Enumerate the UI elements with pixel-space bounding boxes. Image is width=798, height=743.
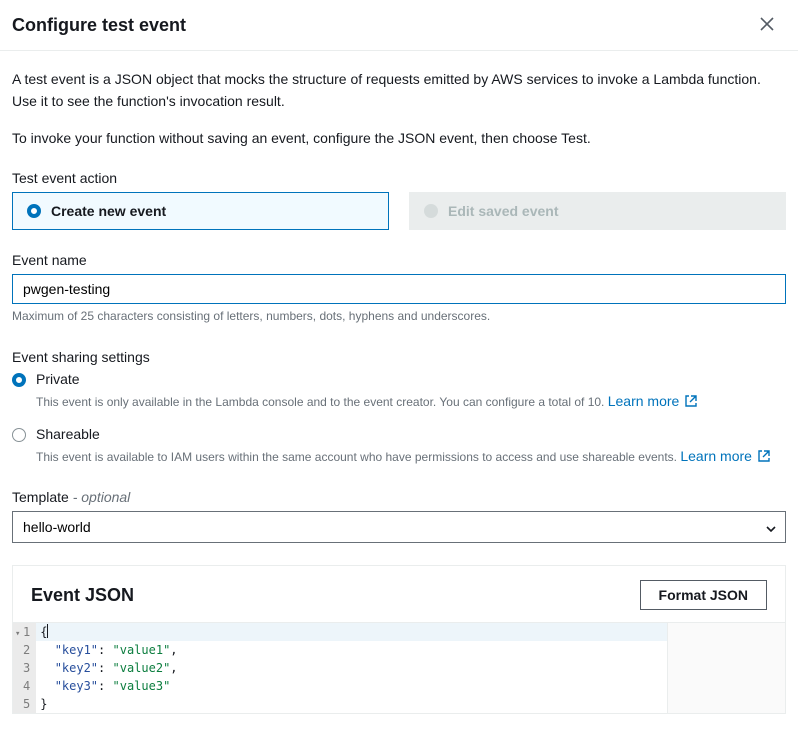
radio-unselected-icon	[12, 428, 26, 442]
event-name-input[interactable]	[12, 274, 786, 304]
template-optional-tag: - optional	[73, 489, 131, 505]
radio-selected-icon	[12, 373, 26, 387]
external-link-icon	[758, 447, 770, 459]
event-name-label: Event name	[12, 252, 786, 268]
sharing-private-option[interactable]: Private	[12, 371, 786, 387]
radio-disabled-icon	[424, 204, 438, 218]
dialog-title: Configure test event	[12, 15, 186, 36]
sharing-shareable-desc: This event is available to IAM users wit…	[36, 446, 786, 467]
event-json-panel: Event JSON Format JSON 1▾ 2 3 4 5 { "key…	[12, 565, 786, 714]
json-editor[interactable]: 1▾ 2 3 4 5 { "key1": "value1", "key2": "…	[13, 622, 785, 713]
sharing-shareable-option[interactable]: Shareable	[12, 426, 786, 442]
editor-code-area[interactable]: { "key1": "value1", "key2": "value2", "k…	[36, 623, 667, 713]
sharing-private-desc: This event is only available in the Lamb…	[36, 391, 786, 412]
external-link-icon	[685, 392, 697, 404]
intro-text: A test event is a JSON object that mocks…	[12, 69, 786, 112]
sharing-shareable-label: Shareable	[36, 426, 100, 442]
edit-saved-event-label: Edit saved event	[448, 203, 559, 219]
format-json-button[interactable]: Format JSON	[640, 580, 767, 610]
test-event-action-group: Create new event Edit saved event	[12, 192, 786, 230]
create-new-event-option[interactable]: Create new event	[12, 192, 389, 230]
test-event-action-label: Test event action	[12, 170, 786, 186]
sharing-private-label: Private	[36, 371, 80, 387]
event-sharing-label: Event sharing settings	[12, 349, 786, 365]
editor-minimap	[667, 623, 785, 713]
subintro-text: To invoke your function without saving a…	[12, 128, 786, 150]
radio-selected-icon	[27, 204, 41, 218]
template-select[interactable]: hello-world	[12, 511, 786, 543]
event-name-hint: Maximum of 25 characters consisting of l…	[12, 309, 786, 323]
event-json-title: Event JSON	[31, 585, 134, 606]
close-icon[interactable]	[756, 14, 778, 36]
dialog-header: Configure test event	[0, 0, 798, 51]
learn-more-private-link[interactable]: Learn more	[608, 393, 697, 409]
create-new-event-label: Create new event	[51, 203, 166, 219]
editor-gutter: 1▾ 2 3 4 5	[13, 623, 36, 713]
fold-icon: ▾	[15, 625, 20, 643]
edit-saved-event-option: Edit saved event	[409, 192, 786, 230]
sharing-shareable-desc-text: This event is available to IAM users wit…	[36, 450, 677, 464]
learn-more-shareable-link[interactable]: Learn more	[680, 448, 769, 464]
template-label: Template - optional	[12, 489, 786, 505]
sharing-private-desc-text: This event is only available in the Lamb…	[36, 395, 604, 409]
template-label-text: Template	[12, 489, 69, 505]
text-cursor	[47, 624, 48, 638]
